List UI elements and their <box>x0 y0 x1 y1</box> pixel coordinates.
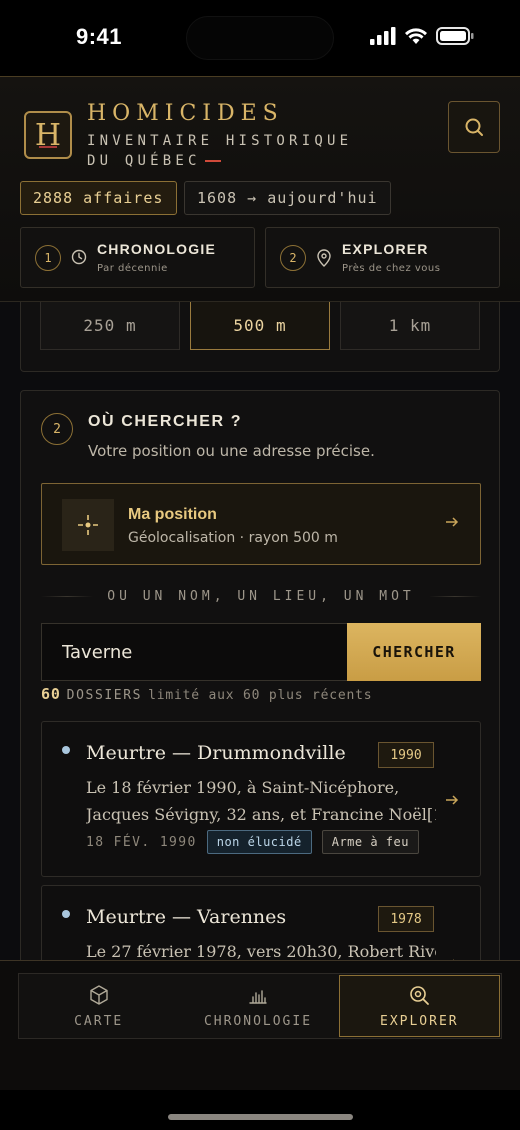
results-label: DOSSIERS <box>66 688 143 703</box>
dynamic-island <box>186 16 334 60</box>
step-number: 2 <box>41 413 73 445</box>
nav-card-chronologie[interactable]: 1 CHRONOLOGIE Par décennie <box>20 227 255 288</box>
tab-chronologie[interactable]: CHRONOLOGIE <box>178 974 337 1038</box>
case-card[interactable]: Meurtre — Drummondville 1990 Le 18 févri… <box>41 721 481 877</box>
battery-icon <box>436 27 474 45</box>
weapon-tag: Arme à feu <box>321 830 419 854</box>
case-year-badge: 1990 <box>378 742 434 768</box>
nav-card-subtitle: Près de chez vous <box>342 263 441 274</box>
radius-option-250m[interactable]: 250 m <box>40 302 180 350</box>
app-subtitle: INVENTAIRE HISTORIQUE DU QUÉBEC <box>87 133 353 169</box>
tab-label: CARTE <box>74 1013 124 1029</box>
arrow-right-icon <box>446 517 459 527</box>
tab-bar: CARTE CHRONOLOGIE EXPLORER <box>18 973 502 1039</box>
step-number: 2 <box>280 245 306 271</box>
nav-card-title: CHRONOLOGIE <box>97 241 216 257</box>
my-position-title: Ma position <box>128 506 217 523</box>
case-year-badge: 1978 <box>378 906 434 932</box>
search-input[interactable] <box>41 623 347 681</box>
tab-label: EXPLORER <box>380 1013 459 1029</box>
app-title: HOMICIDES <box>87 101 284 126</box>
content-scroll-area[interactable]: 250 m 500 m 1 km 2 OÙ CHERCHER ? Votre p… <box>0 302 520 960</box>
search-submit-button[interactable]: CHERCHER <box>347 623 481 681</box>
where-title: OÙ CHERCHER ? <box>88 413 243 430</box>
case-meta: 18 FÉV. 1990 non élucidé Arme à feu <box>86 830 419 854</box>
home-area <box>0 1090 520 1130</box>
wifi-icon <box>405 28 427 44</box>
my-position-subtitle: Géolocalisation · rayon 500 m <box>128 530 338 546</box>
nav-card-subtitle: Par décennie <box>97 263 168 274</box>
status-tag: non élucidé <box>206 830 312 854</box>
case-title: Meurtre — Varennes <box>86 906 287 928</box>
status-bar: 9:41 <box>0 0 520 76</box>
cube-icon <box>89 984 108 1005</box>
status-icons <box>370 27 474 45</box>
nav-card-title: EXPLORER <box>342 241 429 257</box>
case-title: Meurtre — Drummondville <box>86 742 346 764</box>
case-date: 18 FÉV. 1990 <box>86 834 197 850</box>
tab-carte[interactable]: CARTE <box>19 974 178 1038</box>
status-time: 9:41 <box>76 24 123 49</box>
my-position-button[interactable]: Ma position Géolocalisation · rayon 500 … <box>41 483 481 565</box>
status-dot <box>62 910 70 918</box>
signal-icon <box>370 27 396 45</box>
app-logo: H <box>24 111 72 159</box>
search-icon <box>465 118 483 136</box>
tab-explorer[interactable]: EXPLORER <box>338 975 500 1037</box>
results-summary: 60 DOSSIERS limité aux 60 plus récents <box>41 685 372 703</box>
or-divider: OU UN NOM, UN LIEU, UN MOT <box>41 585 481 607</box>
radius-option-1km[interactable]: 1 km <box>340 302 480 350</box>
subtitle-dash <box>204 160 221 162</box>
case-excerpt: Le 18 février 1990, à Saint-Nicéphore, J… <box>86 778 436 824</box>
tab-label: CHRONOLOGIE <box>203 1013 313 1029</box>
where-subtitle: Votre position ou une adresse précise. <box>88 442 375 460</box>
header-search-button[interactable] <box>448 101 500 153</box>
case-card[interactable]: Meurtre — Varennes 1978 Le 27 février 19… <box>41 885 481 960</box>
results-note: limité aux 60 plus récents <box>148 688 373 703</box>
home-indicator[interactable] <box>168 1114 353 1120</box>
case-excerpt: Le 27 février 1978, vers 20h30, Robert R… <box>86 942 436 960</box>
search-location-icon <box>410 985 430 1005</box>
nav-card-explorer[interactable]: 2 EXPLORER Près de chez vous <box>265 227 500 288</box>
arrow-right-icon <box>446 795 459 805</box>
tab-bar-container: CARTE CHRONOLOGIE EXPLORER <box>0 960 520 1090</box>
status-dot <box>62 746 70 754</box>
map-pin-icon <box>317 249 331 267</box>
step-number: 1 <box>35 245 61 271</box>
radius-option-500m[interactable]: 500 m <box>190 302 330 350</box>
bar-chart-icon <box>249 989 267 1004</box>
results-count: 60 <box>41 685 61 703</box>
where-panel: 2 OÙ CHERCHER ? Votre position ou une ad… <box>20 390 500 960</box>
search-row: CHERCHER <box>41 623 481 681</box>
app-header: H HOMICIDES INVENTAIRE HISTORIQUE DU QUÉ… <box>0 76 520 302</box>
date-range-badge: 1608 → aujourd'hui <box>184 181 391 215</box>
clock-icon <box>71 249 87 265</box>
case-count-badge: 2888 affaires <box>20 181 177 215</box>
locate-icon <box>62 499 114 551</box>
